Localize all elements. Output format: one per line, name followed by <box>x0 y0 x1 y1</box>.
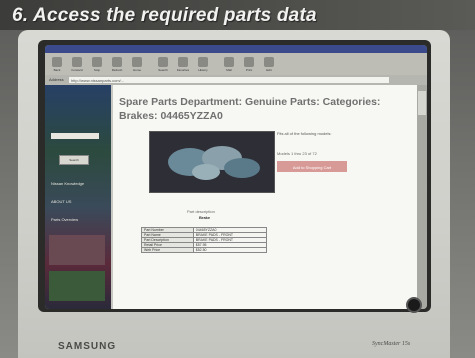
refresh-icon <box>112 57 122 67</box>
mail-icon <box>224 57 234 67</box>
brake-pads-image <box>149 131 275 193</box>
sidebar: Search Nissan Knowledge ABOUT US Parts O… <box>45 85 111 309</box>
history-icon <box>198 57 208 67</box>
favorites-icon <box>178 57 188 67</box>
history-button[interactable]: History <box>197 56 209 72</box>
search-button[interactable]: Search <box>157 56 169 72</box>
scrollbar-thumb[interactable] <box>418 91 426 115</box>
sidebar-link-knowledge[interactable]: Nissan Knowledge <box>51 181 84 186</box>
edit-icon <box>264 57 274 67</box>
page-content: Spare Parts Department: Genuine Parts: C… <box>113 85 417 309</box>
add-to-cart-button[interactable]: Add to Shopping Cart <box>277 161 347 172</box>
forward-icon <box>72 57 82 67</box>
home-button[interactable]: Home <box>131 56 143 72</box>
models-link[interactable]: Models 1 thru 23 of 72 <box>277 151 317 156</box>
monitor-brand: SAMSUNG <box>58 341 117 352</box>
sidebar-search-button[interactable]: Search <box>59 155 89 165</box>
back-icon <box>52 57 62 67</box>
screen: Back Forward Stop Refresh Home Search Fa… <box>45 45 427 309</box>
page-title: Spare Parts Department: Genuine Parts: C… <box>119 96 381 122</box>
sidebar-search-field[interactable] <box>51 133 99 139</box>
parts-table: Part Number 04465YZZA0 Part Name BRAKE PAD… <box>141 227 268 253</box>
edit-button[interactable]: Edit <box>263 56 275 72</box>
sidebar-image <box>49 271 105 301</box>
back-button[interactable]: Back <box>51 56 63 72</box>
stop-button[interactable]: Stop <box>91 56 103 72</box>
favorites-button[interactable]: Favorites <box>177 56 189 72</box>
address-label: Address <box>49 77 64 82</box>
table-row: Web Price $52.50 <box>141 247 268 253</box>
sidebar-link-parts[interactable]: Parts Overview <box>51 217 78 222</box>
print-icon <box>244 57 254 67</box>
refresh-button[interactable]: Refresh <box>111 56 123 72</box>
forward-button[interactable]: Forward <box>71 56 83 72</box>
caption-title: 6. Access the required parts data <box>12 5 317 26</box>
address-bar: Address <box>45 75 427 85</box>
scrollbar[interactable] <box>417 85 427 309</box>
brake-pads-icon <box>150 132 274 192</box>
print-button[interactable]: Print <box>243 56 255 72</box>
mail-button[interactable]: Mail <box>223 56 235 72</box>
browser-titlebar <box>45 45 427 53</box>
fits-models-text: Fits all of the following models: <box>277 131 332 136</box>
power-button[interactable] <box>406 297 422 313</box>
monitor-model: SyncMaster 15s <box>372 341 411 347</box>
address-input[interactable] <box>69 77 389 83</box>
home-icon <box>132 57 142 67</box>
part-description-value: Brake <box>199 215 211 220</box>
sidebar-link-about[interactable]: ABOUT US <box>51 199 71 204</box>
browser-toolbar: Back Forward Stop Refresh Home Search Fa… <box>45 53 427 75</box>
search-icon <box>158 57 168 67</box>
sidebar-image <box>49 235 105 265</box>
part-description-label: Part description <box>187 209 215 214</box>
stop-icon <box>92 57 102 67</box>
caption-bar: 6. Access the required parts data <box>0 0 475 30</box>
